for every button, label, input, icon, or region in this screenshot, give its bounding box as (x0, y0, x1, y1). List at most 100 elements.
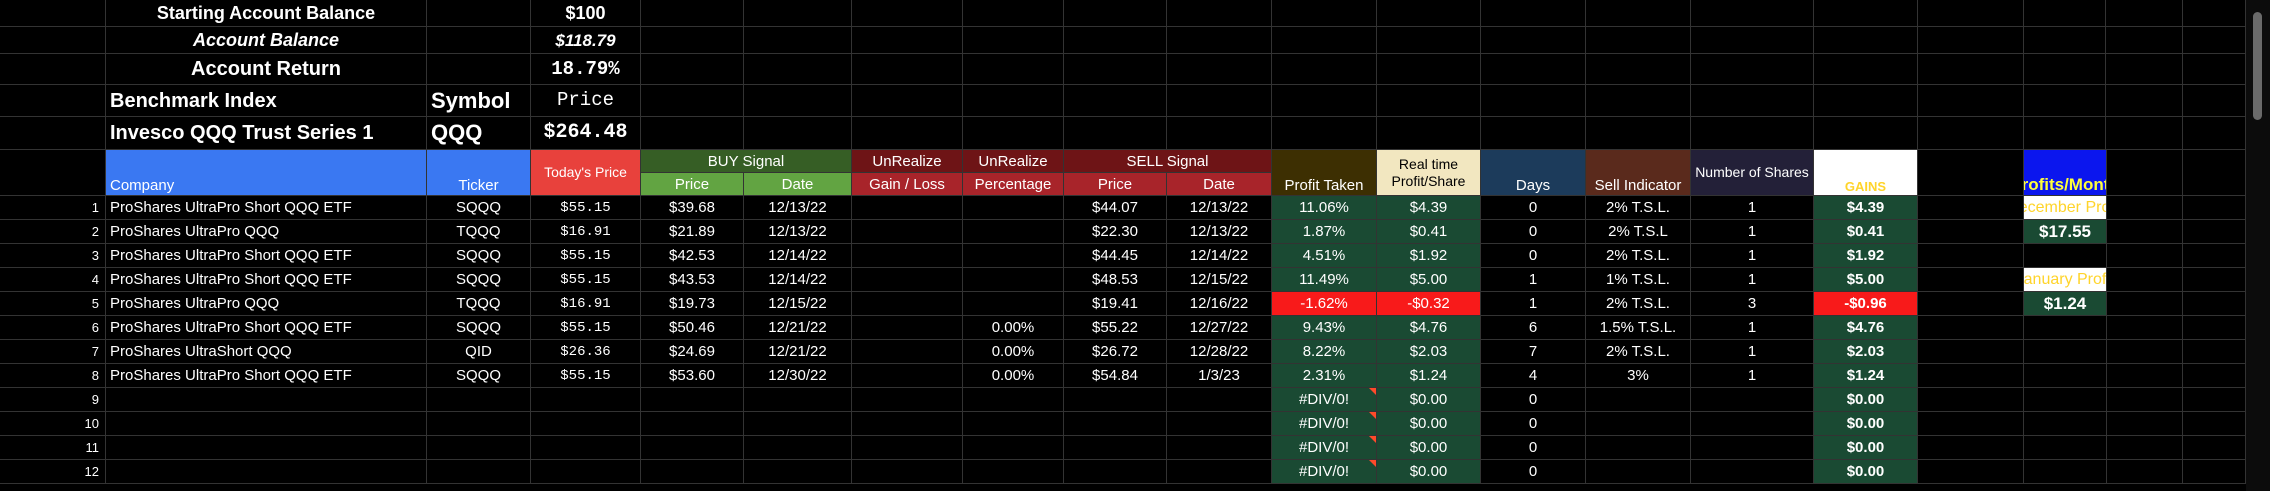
company-cell[interactable] (106, 388, 427, 412)
days-cell[interactable]: 0 (1481, 460, 1586, 484)
buy-price-cell[interactable]: $39.68 (641, 196, 744, 220)
empty-cell[interactable] (852, 54, 963, 85)
ticker-cell[interactable] (427, 388, 531, 412)
days-cell[interactable]: 0 (1481, 412, 1586, 436)
empty-cell[interactable] (1064, 0, 1167, 27)
sell-price-cell[interactable] (1064, 460, 1167, 484)
gains-cell[interactable]: $5.00 (1814, 268, 1918, 292)
empty-cell[interactable] (1918, 292, 2024, 316)
empty-cell[interactable] (1691, 85, 1814, 117)
empty-cell[interactable] (1377, 0, 1481, 27)
empty-cell[interactable] (1918, 85, 2024, 117)
company-cell[interactable] (106, 460, 427, 484)
realtime-profit-cell[interactable]: $1.24 (1377, 364, 1481, 388)
empty-cell[interactable] (2106, 292, 2183, 316)
empty-cell[interactable] (2183, 340, 2246, 364)
account-balance-value[interactable]: $118.79 (531, 27, 641, 54)
gain-loss-cell[interactable] (852, 412, 963, 436)
empty-cell[interactable] (744, 54, 852, 85)
sell-indicator-cell[interactable]: 2% T.S.L (1586, 220, 1691, 244)
days-cell[interactable]: 1 (1481, 268, 1586, 292)
empty-cell[interactable] (2183, 85, 2246, 117)
todays-price-cell[interactable] (531, 388, 641, 412)
empty-cell[interactable] (1586, 0, 1691, 27)
days-cell[interactable]: 7 (1481, 340, 1586, 364)
comment-indicator-icon[interactable] (1369, 388, 1376, 395)
empty-cell[interactable] (2183, 244, 2246, 268)
todays-price-cell[interactable]: $16.91 (531, 220, 641, 244)
empty-cell[interactable] (1272, 27, 1377, 54)
empty-cell[interactable] (427, 54, 531, 85)
ticker-cell[interactable]: SQQQ (427, 364, 531, 388)
gains-cell[interactable]: $0.00 (1814, 460, 1918, 484)
comment-indicator-icon[interactable] (1369, 412, 1376, 419)
company-cell[interactable]: ProShares UltraPro Short QQQ ETF (106, 244, 427, 268)
empty-cell[interactable] (1064, 85, 1167, 117)
gains-cell[interactable]: $0.00 (1814, 436, 1918, 460)
company-cell[interactable]: ProShares UltraPro Short QQQ ETF (106, 364, 427, 388)
empty-cell[interactable] (1918, 150, 2024, 196)
percentage-cell[interactable] (963, 412, 1064, 436)
empty-cell[interactable] (2024, 436, 2107, 460)
sell-date-cell[interactable]: 1/3/23 (1167, 364, 1272, 388)
empty-cell[interactable] (1481, 54, 1586, 85)
empty-cell[interactable] (963, 85, 1064, 117)
empty-cell[interactable] (1918, 388, 2024, 412)
empty-cell[interactable] (2106, 27, 2183, 54)
empty-cell[interactable] (2024, 54, 2106, 85)
sell-price-cell[interactable]: $54.84 (1064, 364, 1167, 388)
empty-cell[interactable] (1918, 268, 2024, 292)
benchmark-index-name[interactable]: Invesco QQQ Trust Series 1 (106, 117, 427, 150)
empty-cell[interactable] (963, 27, 1064, 54)
company-cell[interactable] (106, 436, 427, 460)
realtime-profit-cell[interactable]: -$0.32 (1377, 292, 1481, 316)
buy-date-cell[interactable] (744, 436, 852, 460)
buy-date-cell[interactable]: 12/14/22 (744, 268, 852, 292)
empty-cell[interactable] (1918, 27, 2024, 54)
buy-date-cell[interactable]: 12/15/22 (744, 292, 852, 316)
buy-date-cell[interactable]: 12/21/22 (744, 316, 852, 340)
empty-cell[interactable] (2183, 364, 2246, 388)
company-cell[interactable]: ProShares UltraShort QQQ (106, 340, 427, 364)
empty-cell[interactable] (641, 0, 744, 27)
sell-indicator-cell[interactable] (1586, 460, 1691, 484)
account-return-value[interactable]: 18.79% (531, 54, 641, 85)
sell-price-cell[interactable]: $44.07 (1064, 196, 1167, 220)
empty-cell[interactable] (1918, 220, 2024, 244)
empty-cell[interactable] (427, 0, 531, 27)
empty-cell[interactable] (2024, 388, 2107, 412)
company-cell[interactable]: ProShares UltraPro Short QQQ ETF (106, 316, 427, 340)
percentage-cell[interactable]: 0.00% (963, 364, 1064, 388)
empty-cell[interactable] (1918, 117, 2024, 150)
todays-price-cell[interactable]: $55.15 (531, 196, 641, 220)
sell-indicator-cell[interactable]: 1.5% T.S.L. (1586, 316, 1691, 340)
profit-taken-cell[interactable]: #DIV/0! (1272, 460, 1377, 484)
profit-taken-cell[interactable]: 2.31% (1272, 364, 1377, 388)
empty-cell[interactable] (2183, 292, 2246, 316)
empty-cell[interactable] (1481, 0, 1586, 27)
benchmark-symbol[interactable]: QQQ (427, 117, 531, 150)
buy-date-cell[interactable] (744, 412, 852, 436)
empty-cell[interactable] (852, 117, 963, 150)
gains-cell[interactable]: $4.39 (1814, 196, 1918, 220)
empty-cell[interactable] (1918, 364, 2024, 388)
sell-date-cell[interactable]: 12/13/22 (1167, 220, 1272, 244)
starting-balance-value[interactable]: $100 (531, 0, 641, 27)
shares-cell[interactable]: 1 (1691, 196, 1814, 220)
buy-date-cell[interactable]: 12/30/22 (744, 364, 852, 388)
days-cell[interactable]: 0 (1481, 244, 1586, 268)
realtime-profit-cell[interactable]: $0.41 (1377, 220, 1481, 244)
empty-cell[interactable] (2024, 117, 2106, 150)
realtime-profit-cell[interactable]: $1.92 (1377, 244, 1481, 268)
gains-cell[interactable]: $4.76 (1814, 316, 1918, 340)
empty-cell[interactable] (2106, 460, 2183, 484)
gain-loss-cell[interactable] (852, 388, 963, 412)
empty-cell[interactable] (1064, 117, 1167, 150)
percentage-cell[interactable] (963, 436, 1064, 460)
empty-cell[interactable] (1586, 85, 1691, 117)
empty-cell[interactable] (2024, 244, 2107, 268)
empty-cell[interactable] (1814, 85, 1918, 117)
empty-cell[interactable] (1377, 117, 1481, 150)
buy-date-cell[interactable]: 12/14/22 (744, 244, 852, 268)
ticker-cell[interactable]: SQQQ (427, 268, 531, 292)
